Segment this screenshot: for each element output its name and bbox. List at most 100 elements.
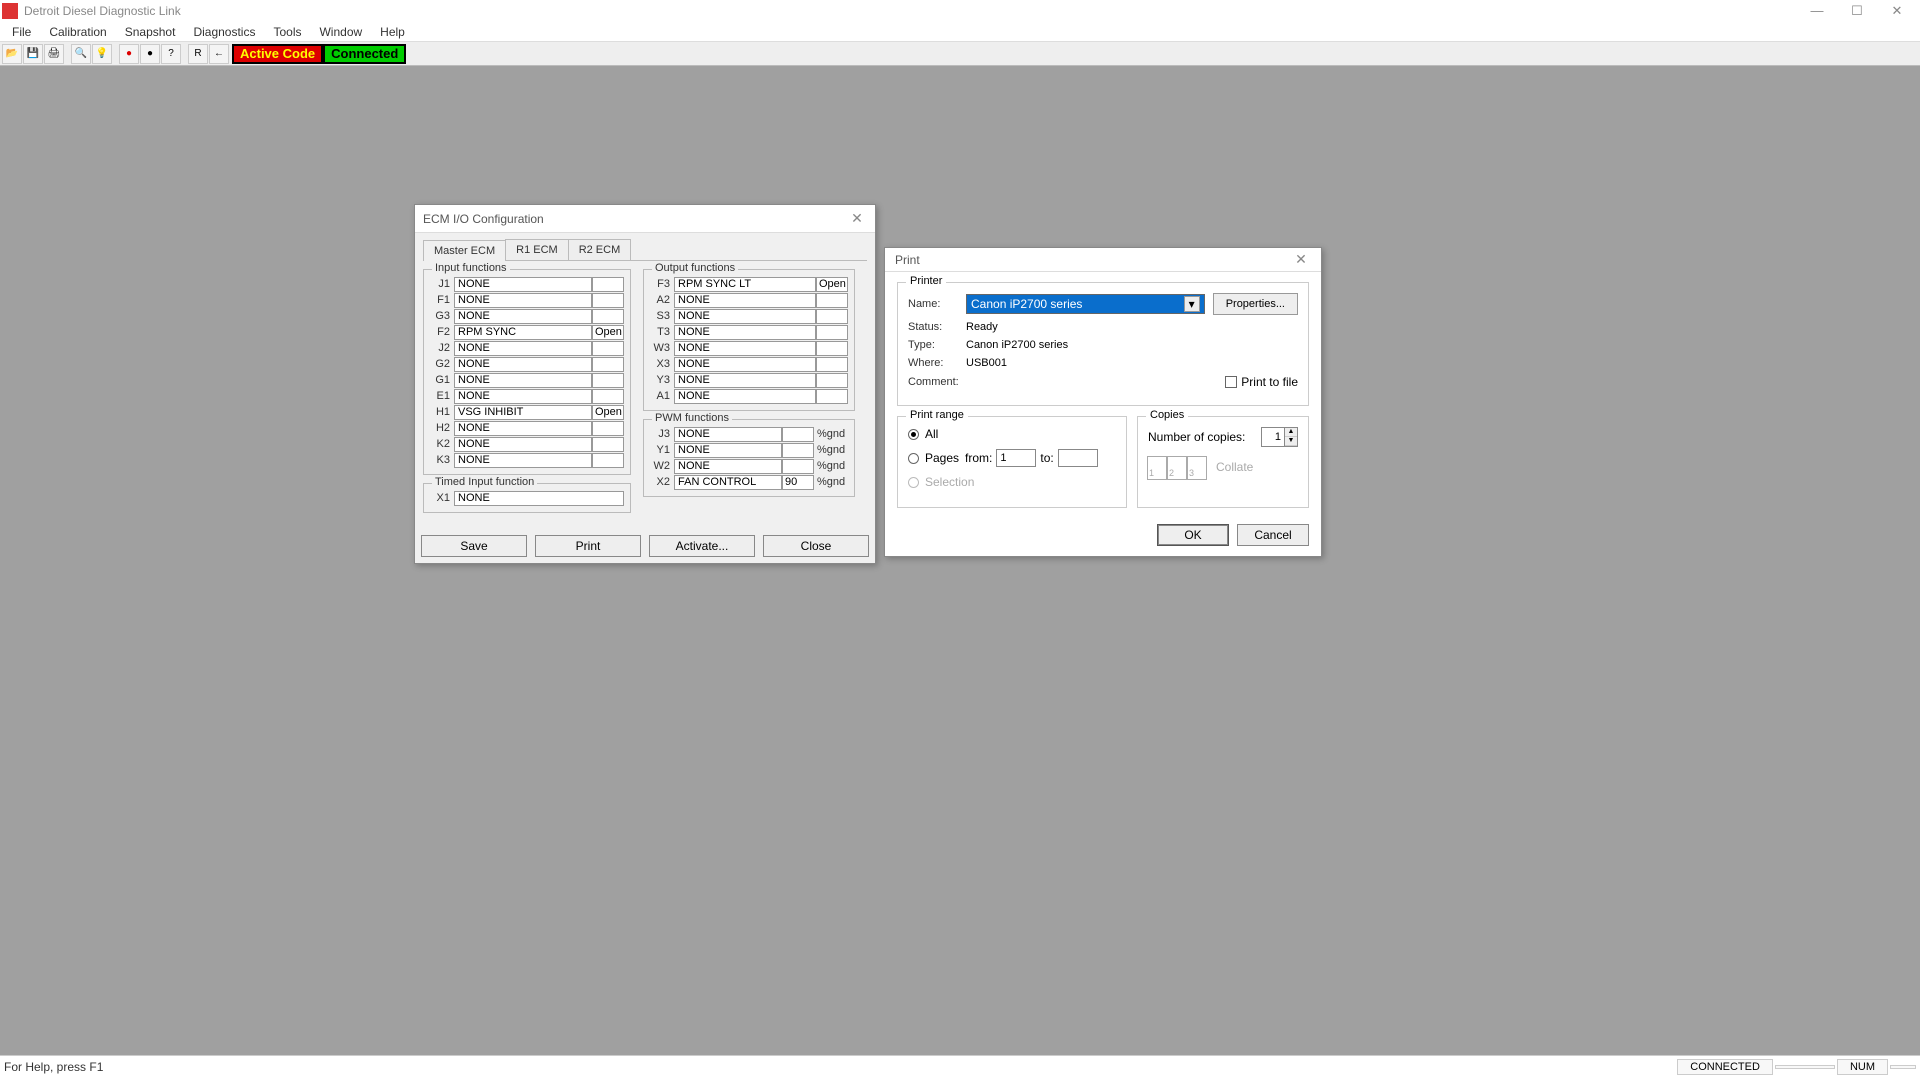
io-extra[interactable] xyxy=(592,341,624,356)
activate-button[interactable]: Activate... xyxy=(649,535,755,557)
io-extra[interactable] xyxy=(816,325,848,340)
menu-tools[interactable]: Tools xyxy=(265,23,309,41)
copies-spinner[interactable]: ▲▼ xyxy=(1261,427,1298,447)
io-field[interactable]: NONE xyxy=(674,459,782,474)
io-extra[interactable] xyxy=(592,453,624,468)
menu-diagnostics[interactable]: Diagnostics xyxy=(185,23,263,41)
io-field[interactable]: NONE xyxy=(454,453,592,468)
io-extra[interactable]: 90 xyxy=(782,475,814,490)
menu-help[interactable]: Help xyxy=(372,23,413,41)
io-field[interactable]: NONE xyxy=(674,309,816,324)
io-extra[interactable] xyxy=(816,341,848,356)
properties-button[interactable]: Properties... xyxy=(1213,293,1298,315)
range-from-input[interactable] xyxy=(996,449,1036,467)
io-field[interactable]: NONE xyxy=(674,341,816,356)
io-label: F1 xyxy=(430,294,454,306)
io-extra[interactable] xyxy=(816,373,848,388)
io-extra[interactable] xyxy=(816,357,848,372)
tb-open-icon[interactable]: 📂 xyxy=(2,44,22,64)
io-field[interactable]: RPM SYNC LT xyxy=(674,277,816,292)
cancel-button[interactable]: Cancel xyxy=(1237,524,1309,546)
io-field[interactable]: FAN CONTROL xyxy=(674,475,782,490)
io-extra[interactable] xyxy=(592,357,624,372)
io-field[interactable]: NONE xyxy=(674,427,782,442)
printer-status-value: Ready xyxy=(966,321,998,333)
io-field[interactable]: NONE xyxy=(674,373,816,388)
io-extra[interactable]: Open xyxy=(592,325,624,340)
io-extra[interactable] xyxy=(592,293,624,308)
tb-record-icon[interactable]: ● xyxy=(119,44,139,64)
tab-master-ecm[interactable]: Master ECM xyxy=(423,240,506,261)
io-row: F3RPM SYNC LTOpen xyxy=(650,276,848,292)
range-to-input[interactable] xyxy=(1058,449,1098,467)
print-close-icon[interactable]: ✕ xyxy=(1291,251,1311,268)
menu-snapshot[interactable]: Snapshot xyxy=(117,23,184,41)
io-row: K2NONE xyxy=(430,436,624,452)
io-extra[interactable] xyxy=(816,389,848,404)
range-pages-radio[interactable] xyxy=(908,453,919,464)
io-extra[interactable] xyxy=(782,459,814,474)
ok-button[interactable]: OK xyxy=(1157,524,1229,546)
io-field[interactable]: VSG INHIBIT xyxy=(454,405,592,420)
io-label: E1 xyxy=(430,390,454,402)
printer-type-label: Type: xyxy=(908,339,966,351)
spin-up-icon[interactable]: ▲ xyxy=(1285,428,1297,437)
io-field[interactable]: NONE xyxy=(674,443,782,458)
io-extra[interactable] xyxy=(782,427,814,442)
ecm-tabs: Master ECM R1 ECM R2 ECM xyxy=(423,239,867,261)
io-extra[interactable]: Open xyxy=(816,277,848,292)
io-field[interactable]: NONE xyxy=(454,341,592,356)
minimize-icon[interactable]: — xyxy=(1804,3,1830,19)
io-extra[interactable] xyxy=(816,309,848,324)
io-field[interactable]: NONE xyxy=(454,389,592,404)
save-button[interactable]: Save xyxy=(421,535,527,557)
tb-save-icon[interactable]: 💾 xyxy=(23,44,43,64)
io-field[interactable]: NONE xyxy=(454,373,592,388)
io-field[interactable]: NONE xyxy=(454,309,592,324)
io-field[interactable]: NONE xyxy=(674,293,816,308)
io-suffix: %gnd xyxy=(814,444,848,456)
io-extra[interactable] xyxy=(592,389,624,404)
io-field[interactable]: NONE xyxy=(674,325,816,340)
io-field[interactable]: NONE xyxy=(454,491,624,506)
ecm-close-icon[interactable]: ✕ xyxy=(847,210,867,227)
print-to-file-checkbox[interactable] xyxy=(1225,376,1237,388)
io-field[interactable]: NONE xyxy=(454,277,592,292)
io-extra[interactable] xyxy=(592,277,624,292)
tb-search-icon[interactable]: 🔍 xyxy=(71,44,91,64)
tb-r-icon[interactable]: R xyxy=(188,44,208,64)
tb-stop-icon[interactable]: ● xyxy=(140,44,160,64)
menu-file[interactable]: File xyxy=(4,23,39,41)
io-field[interactable]: NONE xyxy=(674,357,816,372)
tb-print-icon[interactable]: 🖨 xyxy=(44,44,64,64)
io-extra[interactable] xyxy=(592,437,624,452)
close-icon[interactable]: ✕ xyxy=(1884,3,1910,19)
io-extra[interactable]: Open xyxy=(592,405,624,420)
io-extra[interactable] xyxy=(782,443,814,458)
tb-help-icon[interactable]: ? xyxy=(161,44,181,64)
print-button[interactable]: Print xyxy=(535,535,641,557)
io-extra[interactable] xyxy=(592,421,624,436)
io-field[interactable]: NONE xyxy=(674,389,816,404)
menu-calibration[interactable]: Calibration xyxy=(41,23,114,41)
spin-down-icon[interactable]: ▼ xyxy=(1285,437,1297,446)
io-extra[interactable] xyxy=(592,373,624,388)
io-field[interactable]: NONE xyxy=(454,357,592,372)
menu-window[interactable]: Window xyxy=(311,23,370,41)
tab-r2-ecm[interactable]: R2 ECM xyxy=(568,239,632,260)
tab-r1-ecm[interactable]: R1 ECM xyxy=(505,239,569,260)
io-field[interactable]: NONE xyxy=(454,421,592,436)
copies-input[interactable] xyxy=(1262,431,1284,443)
tb-hint-icon[interactable]: 💡 xyxy=(92,44,112,64)
io-field[interactable]: NONE xyxy=(454,437,592,452)
printer-name-select[interactable]: Canon iP2700 series ▾ xyxy=(966,294,1205,314)
copies-group: Copies Number of copies: ▲▼ 1 2 3 Col xyxy=(1137,416,1309,508)
close-button[interactable]: Close xyxy=(763,535,869,557)
range-all-radio[interactable] xyxy=(908,429,919,440)
tb-back-icon[interactable]: ← xyxy=(209,44,229,64)
io-field[interactable]: NONE xyxy=(454,293,592,308)
io-extra[interactable] xyxy=(592,309,624,324)
io-extra[interactable] xyxy=(816,293,848,308)
maximize-icon[interactable]: ☐ xyxy=(1844,3,1870,19)
io-field[interactable]: RPM SYNC xyxy=(454,325,592,340)
